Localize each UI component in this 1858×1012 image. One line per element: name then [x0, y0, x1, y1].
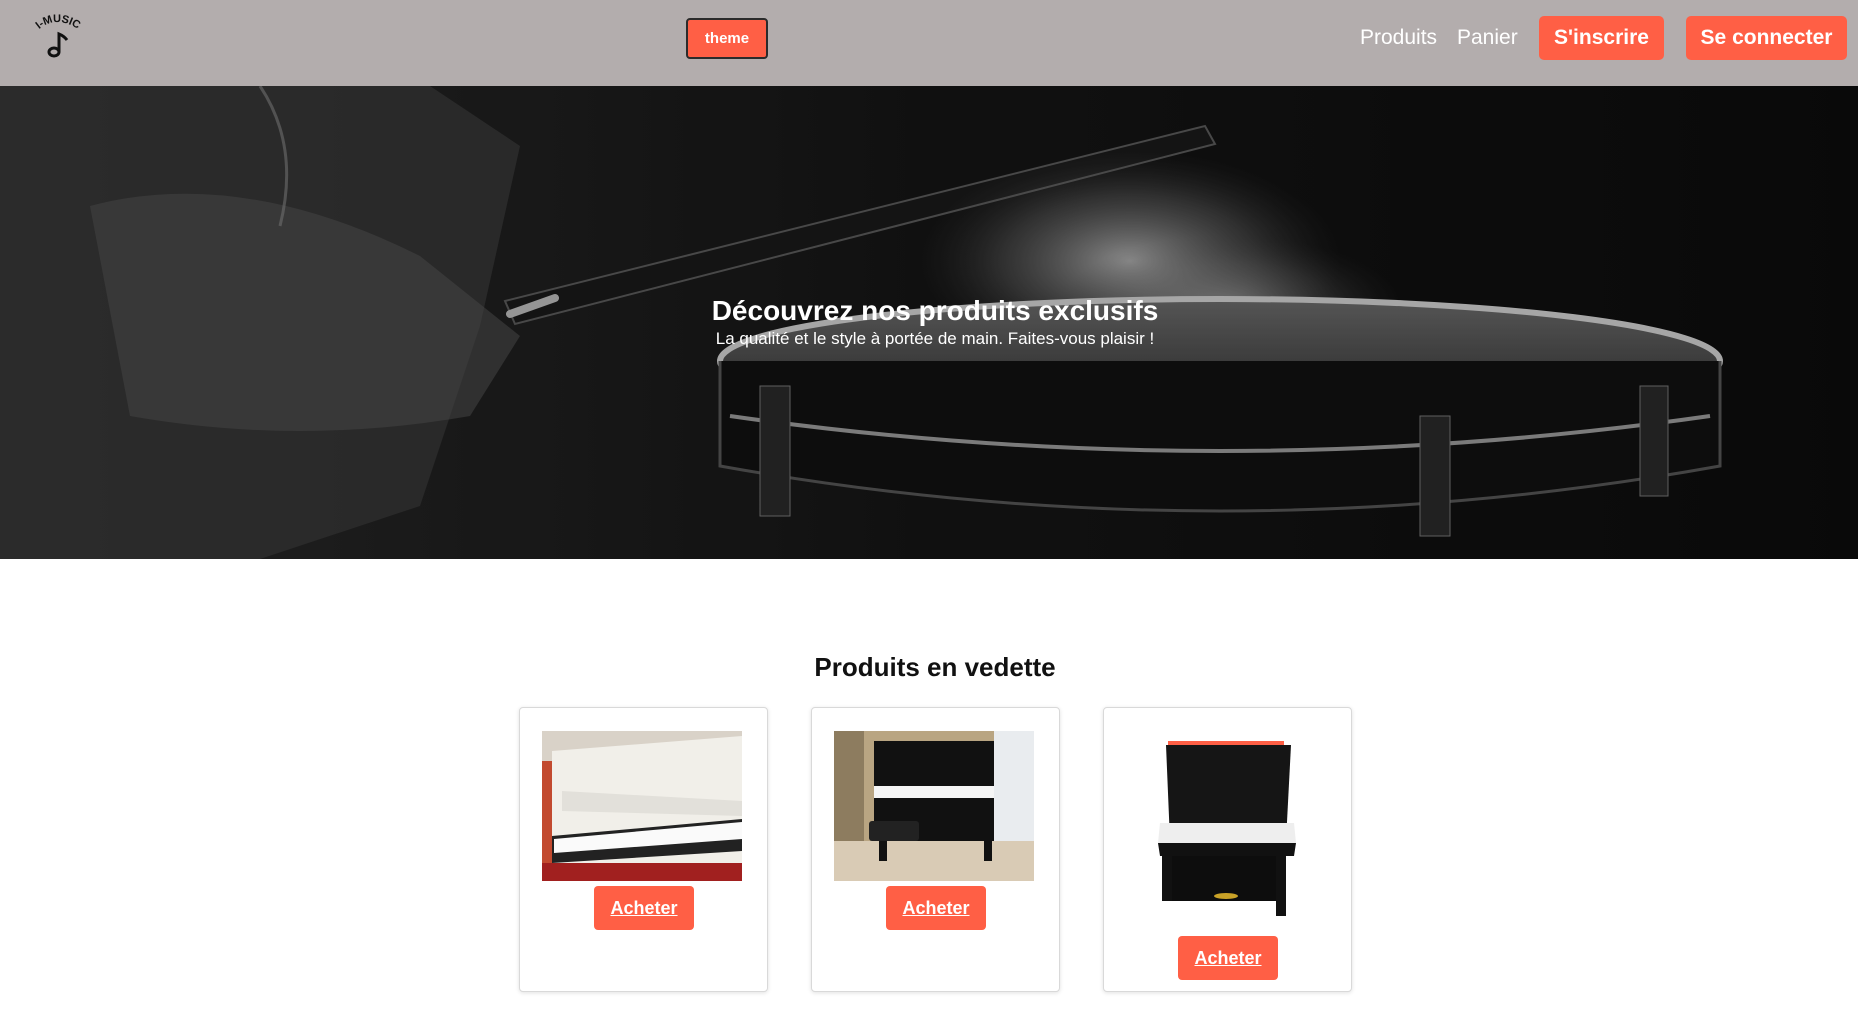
- hero-title: Découvrez nos produits exclusifs: [711, 295, 1159, 326]
- hero-banner: Découvrez nos produits exclusifs La qual…: [0, 86, 1858, 559]
- product-card: Acheter: [519, 707, 768, 992]
- buy-button[interactable]: Acheter: [886, 886, 986, 930]
- hero-subtitle: La qualité et le style à portée de main.…: [715, 329, 1155, 348]
- featured-title: Produits en vedette: [814, 652, 1056, 682]
- product-card: Acheter: [1103, 707, 1352, 992]
- product-image-black-piano: [834, 731, 1034, 881]
- nav-link-panier[interactable]: Panier: [1457, 26, 1518, 50]
- product-image-upright-piano: [1126, 731, 1326, 931]
- site-logo[interactable]: I-MUSIC: [30, 12, 90, 62]
- buy-button[interactable]: Acheter: [1178, 936, 1278, 980]
- theme-toggle-button[interactable]: theme: [686, 18, 768, 59]
- product-card: Acheter: [811, 707, 1060, 992]
- product-image-white-piano: [542, 731, 742, 881]
- top-navbar: I-MUSIC theme Produits Panier S'inscrire…: [0, 0, 1858, 86]
- buy-button[interactable]: Acheter: [594, 886, 694, 930]
- signup-button[interactable]: S'inscrire: [1539, 16, 1664, 60]
- svg-text:I-MUSIC: I-MUSIC: [33, 13, 82, 32]
- login-button[interactable]: Se connecter: [1686, 16, 1847, 60]
- nav-link-produits[interactable]: Produits: [1360, 26, 1437, 50]
- music-note-icon: I-MUSIC: [33, 13, 82, 58]
